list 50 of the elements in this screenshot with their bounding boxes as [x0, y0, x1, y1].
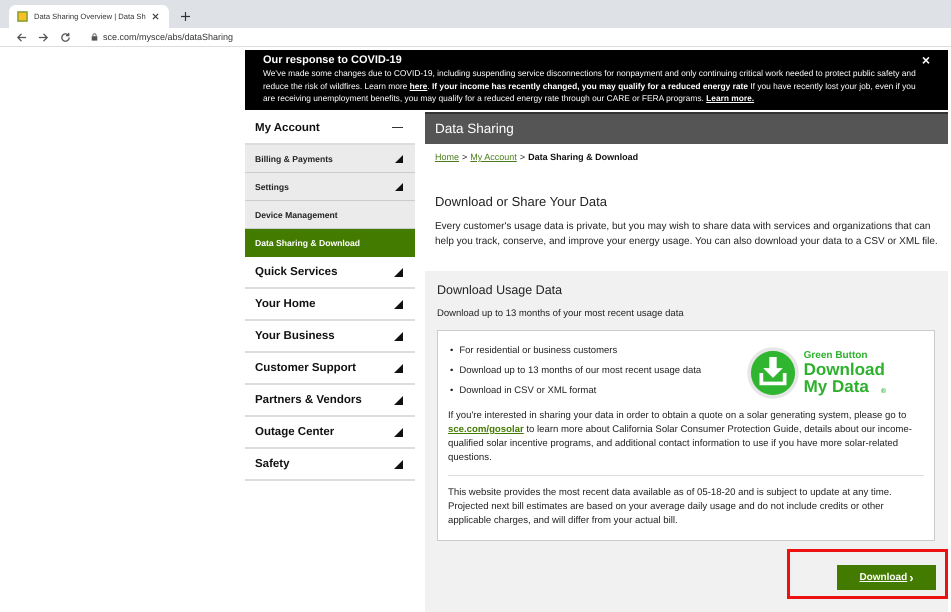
expand-icon[interactable]: [394, 364, 403, 372]
bullet-marker: •: [450, 344, 454, 358]
page-header: Data Sharing: [425, 112, 948, 144]
breadcrumb-separator: >: [462, 152, 468, 162]
address-bar[interactable]: sce.com/mysce/abs/dataSharing: [103, 32, 234, 42]
disclaimer-text: This website provides the most recent data available as of 05-18-20 and is subject to update at any time. Projected next bill estimates are based on your average daily usage and do not include credits or other applicable charges, and will differ from your actual bill.: [448, 486, 893, 528]
intro-text: Every customer's usage data is private, but you may wish to share data with services and organizations that can help you track, conserve, and improve your energy usage. You can also download your data to a CSV or XML file.: [435, 220, 938, 249]
forward-icon[interactable]: [38, 32, 49, 42]
logo-text: Green Button: [804, 350, 869, 360]
favicon-icon: [17, 11, 28, 22]
panel-subtitle: Download up to 13 months of your most recent usage data: [437, 308, 685, 319]
bullet-marker: •: [450, 364, 454, 378]
expand-icon[interactable]: [395, 182, 403, 190]
expand-icon[interactable]: [394, 268, 403, 276]
breadcrumb-link[interactable]: My Account: [470, 152, 517, 162]
expand-icon[interactable]: [394, 428, 403, 436]
section-heading: Download or Share Your Data: [435, 194, 608, 209]
gosolar-link[interactable]: sce.com/gosolar: [448, 424, 524, 435]
banner-text: We've made some changes due to COVID-19, including suspending service disconnections for nonpayment and only continuing critical work needed to protect public safety and reduce the risk of wildfires. Learn more here. If your income has recently changed, you may qualify for a reduced energy rate If you have recently lost your job, even if you are receiving unemployment benefits, you may qualify for a reduced energy rate through our CARE or FERA programs. Learn more.: [263, 67, 917, 104]
bullet-item: Download in CSV or XML format: [459, 384, 596, 398]
back-icon[interactable]: [16, 32, 27, 42]
breadcrumb-current: Data Sharing & Download: [528, 152, 638, 162]
breadcrumb-link[interactable]: Home: [435, 152, 460, 162]
logo-text: Download: [804, 360, 886, 378]
expand-icon[interactable]: [394, 460, 403, 468]
bullet-item: Download up to 13 months of our most recent usage data: [459, 364, 702, 378]
breadcrumb-separator: >: [520, 152, 526, 162]
close-icon[interactable]: [152, 13, 159, 20]
banner-title: Our response to COVID-19: [263, 54, 402, 66]
bullet-item: For residential or business customers: [459, 344, 618, 358]
close-button[interactable]: ×: [922, 54, 930, 66]
logo-text: My Data: [804, 378, 869, 394]
lock-icon: [91, 33, 98, 41]
expand-icon[interactable]: [394, 300, 403, 308]
download-button[interactable]: Download›: [837, 565, 936, 590]
banner-link[interactable]: here: [410, 80, 428, 90]
expand-icon[interactable]: [394, 332, 403, 340]
bullet-marker: •: [450, 384, 454, 398]
new-tab-icon[interactable]: [181, 12, 190, 21]
banner-link[interactable]: Learn more.: [706, 93, 754, 103]
nav-subitem[interactable]: Data Sharing & Download: [245, 229, 415, 257]
download-icon: [746, 346, 800, 400]
panel-title: Download Usage Data: [437, 283, 564, 297]
reload-icon[interactable]: [60, 32, 71, 42]
nav-subitem[interactable]: Billing & Payments: [245, 145, 415, 173]
expand-icon[interactable]: [394, 396, 403, 404]
nav-subitem[interactable]: Settings: [245, 173, 415, 201]
nav-subitem[interactable]: Device Management: [245, 201, 415, 229]
solar-text: If you're interested in sharing your data in order to obtain a quote on a solar generating system, please go to sce.com/gosolar to learn more about California Solar Consumer Protection Guide, details about our income-qualified solar incentive programs, and additional contact information to use if you have more solar-related questions.: [448, 409, 913, 465]
expand-icon[interactable]: [395, 154, 403, 162]
